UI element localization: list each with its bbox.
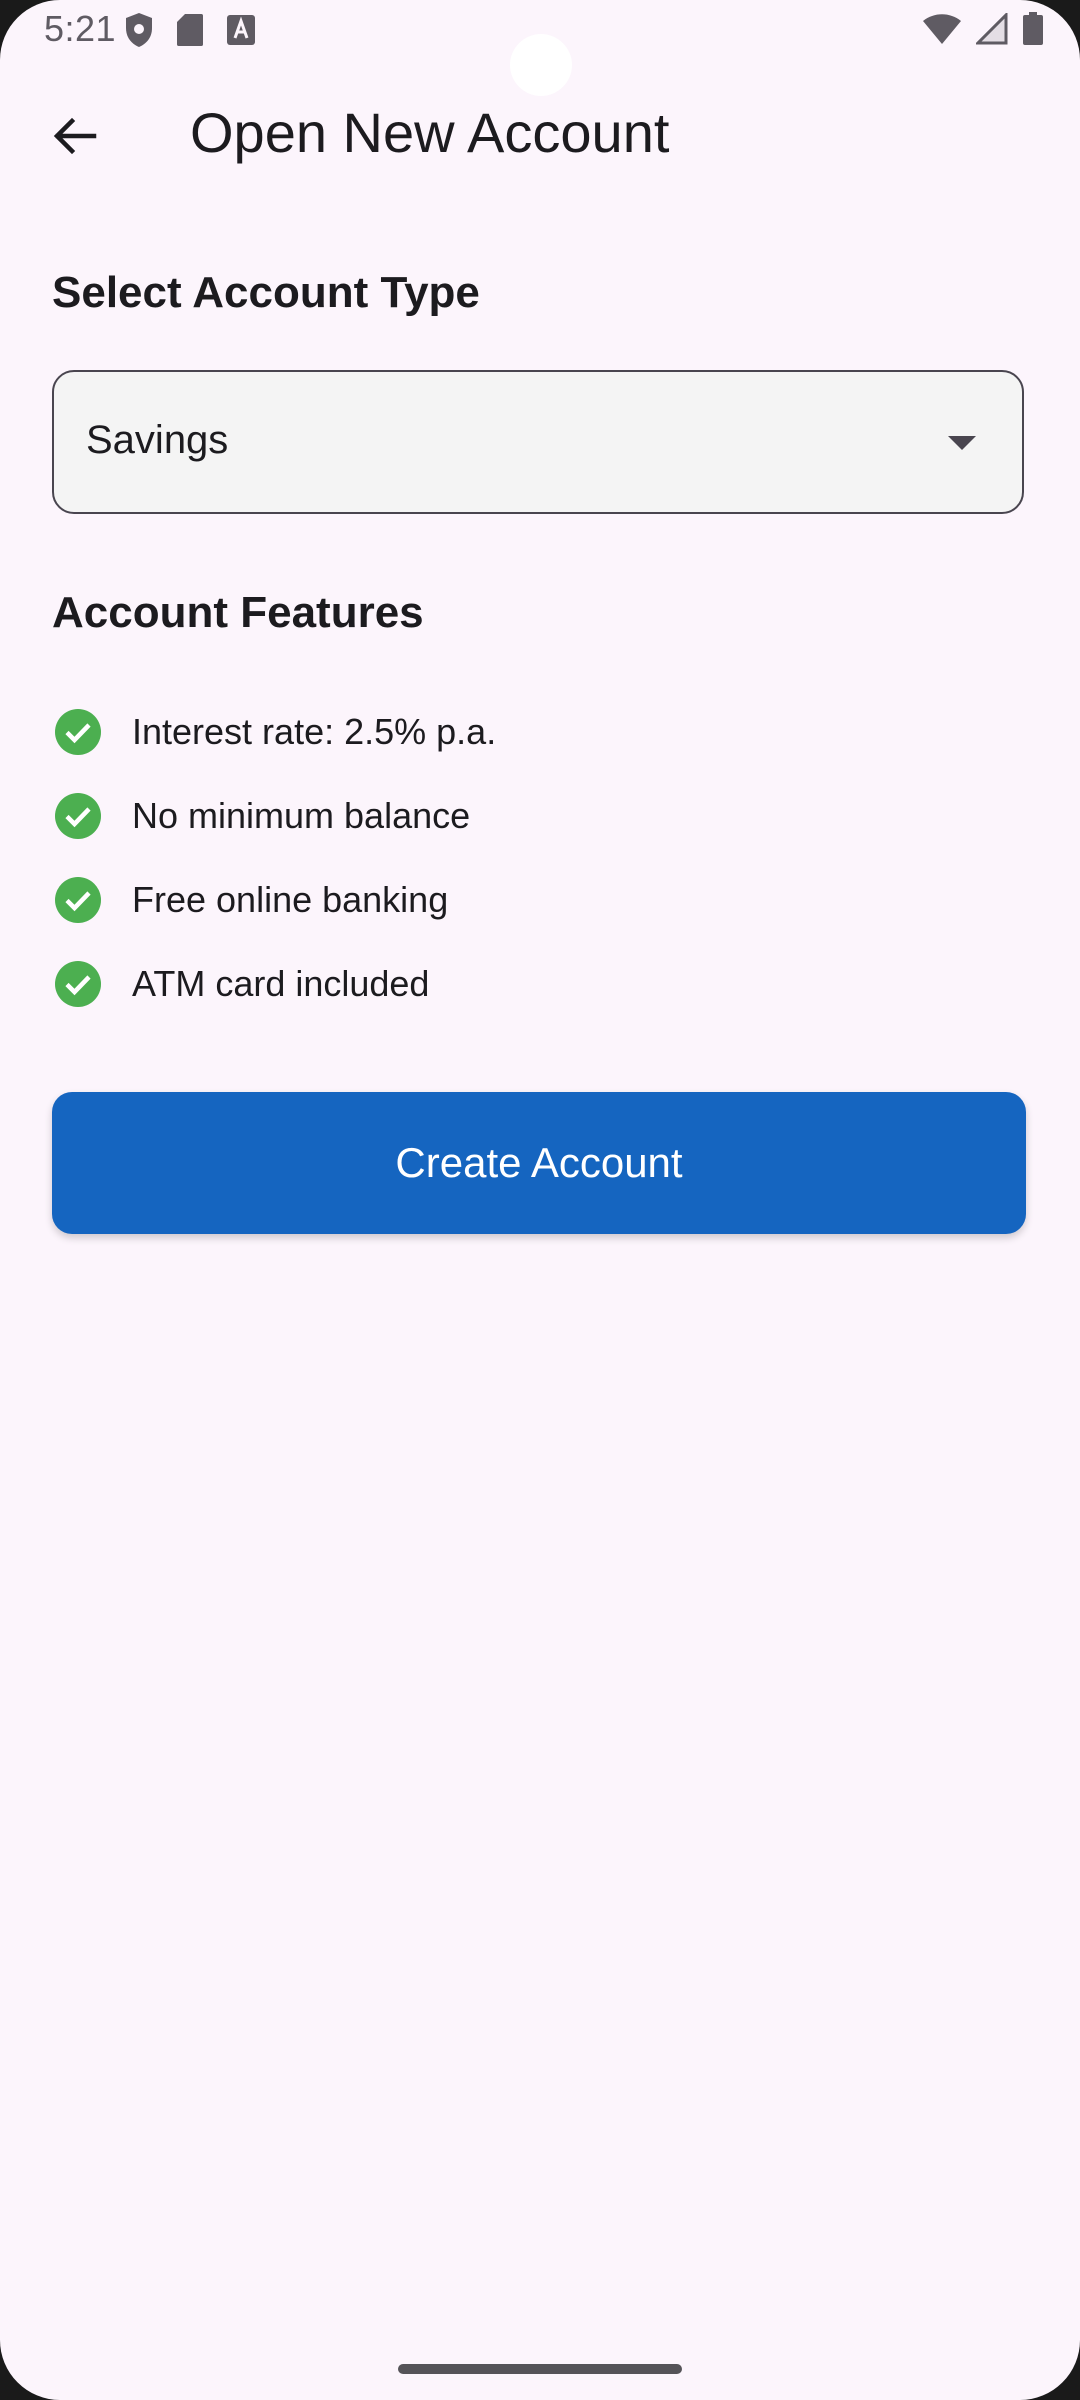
feature-item: Free online banking [52,858,1024,942]
back-button[interactable] [40,102,108,170]
features-heading: Account Features [52,588,424,637]
page-title: Open New Account [190,101,670,164]
status-left-icons [124,12,256,48]
home-indicator[interactable] [398,2364,682,2374]
wifi-icon [923,14,961,44]
battery-icon [1023,12,1043,45]
arrow-back-icon [53,117,97,155]
feature-item: Interest rate: 2.5% p.a. [52,690,1024,774]
dropdown-arrow-icon [948,436,976,450]
app-bar: Open New Account [0,96,1080,176]
cell-signal-icon [976,13,1008,45]
feature-text: No minimum balance [132,795,471,836]
feature-text: ATM card included [132,963,430,1004]
status-right-icons [922,12,1044,46]
front-camera [510,34,572,96]
features-list: Interest rate: 2.5% p.a. No minimum bala… [52,690,1024,1026]
shield-icon [126,13,152,47]
check-circle-icon [55,793,101,839]
screen: 5:21 Open New Account Select Account Typ… [0,0,1080,2400]
check-circle-icon [55,961,101,1007]
create-account-button[interactable]: Create Account [52,1092,1026,1234]
feature-item: No minimum balance [52,774,1024,858]
font-icon [227,15,255,45]
feature-text: Free online banking [132,879,449,920]
account-type-selected: Savings [86,418,229,462]
account-type-dropdown[interactable]: Savings [52,370,1024,514]
sd-card-icon [177,14,203,46]
check-circle-icon [55,709,101,755]
feature-item: ATM card included [52,942,1024,1026]
status-time: 5:21 [44,8,117,49]
status-bar: 5:21 [0,0,1080,96]
check-circle-icon [55,877,101,923]
account-type-heading: Select Account Type [52,268,480,317]
feature-text: Interest rate: 2.5% p.a. [132,711,497,752]
